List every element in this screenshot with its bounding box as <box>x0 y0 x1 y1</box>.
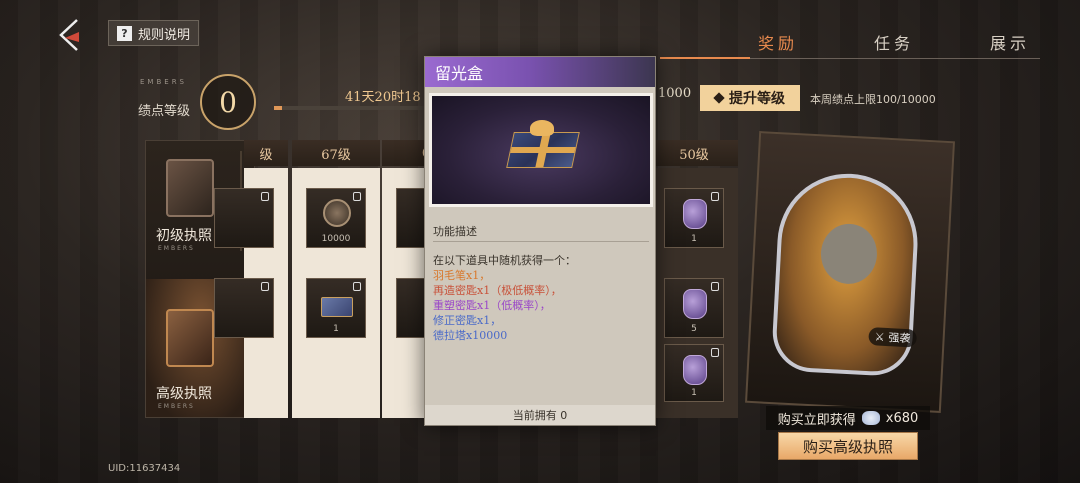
diamond-icon <box>713 92 725 104</box>
tab-display[interactable]: 展示 <box>990 30 1030 54</box>
gift-bow-icon <box>530 120 554 136</box>
upgrade-level-label: 提升等级 <box>729 91 785 107</box>
level-progress-bar <box>274 106 424 110</box>
item-description: 在以下道具中随机获得一个： 羽毛笔x1， 再造密匙x1（极低概率）， 重塑密匙x… <box>433 253 576 343</box>
gem-icon <box>861 411 880 425</box>
gift-box-icon <box>506 132 580 168</box>
item-count: 5 <box>691 324 697 334</box>
tab-tasks[interactable]: 任务 <box>874 30 914 54</box>
item-count: 10000 <box>321 234 351 244</box>
desc-item: 修正密匙x1， <box>433 314 502 327</box>
item-count: 1 <box>333 324 339 334</box>
reward-slot[interactable] <box>214 188 274 248</box>
lock-icon <box>353 192 361 201</box>
reward-slot[interactable] <box>214 278 274 338</box>
column-header: 级 <box>244 140 288 166</box>
reward-slot-heart[interactable]: 5 <box>664 278 724 338</box>
desc-item: 羽毛笔x1， <box>433 269 491 282</box>
purchase-bonus-label: 购买立即获得 <box>777 412 856 428</box>
tab-rewards[interactable]: 奖励 <box>758 30 798 54</box>
season-timer: 41天20时18 <box>345 90 421 105</box>
back-button[interactable] <box>52 18 86 52</box>
rules-button[interactable]: ? 规则说明 <box>108 20 200 46</box>
column-body: 1 5 1 <box>650 168 738 418</box>
tab-underline <box>660 57 1040 59</box>
reward-column-67: 67级 10000 1 <box>292 140 380 418</box>
popup-title: 留光盒 <box>425 57 655 87</box>
item-count: 1 <box>691 388 697 398</box>
basic-license-book-icon <box>166 159 214 217</box>
reward-slot-potion[interactable]: 1 <box>664 344 724 402</box>
lock-icon <box>261 192 269 201</box>
rules-label: 规则说明 <box>138 27 191 43</box>
column-body: 10000 1 <box>292 168 380 418</box>
lock-icon <box>353 282 361 291</box>
advanced-license-book-icon <box>166 309 214 367</box>
potion-icon <box>683 355 707 385</box>
points-partial: 1000 <box>658 86 692 101</box>
reward-slot-coin[interactable]: 10000 <box>306 188 366 248</box>
lock-icon <box>711 282 719 291</box>
level-label: 绩点等级 <box>138 104 191 119</box>
tab-bar: 奖励 任务 展示 <box>600 30 1080 60</box>
owned-count: 当前拥有 0 <box>425 405 655 425</box>
reward-column-50: 50级 1 5 1 <box>650 140 738 418</box>
column-header: 50级 <box>650 140 738 166</box>
column-body <box>214 168 288 418</box>
character-card[interactable]: ⚔ 强袭 <box>745 131 955 413</box>
reward-slot-potion[interactable]: 1 <box>664 188 724 248</box>
role-tag: ⚔ 强袭 <box>868 327 917 348</box>
question-icon: ? <box>117 25 132 41</box>
character-face <box>819 222 879 286</box>
reward-column-partial: 级 <box>214 140 288 418</box>
divider <box>433 241 649 242</box>
item-detail-popup: 留光盒 功能描述 在以下道具中随机获得一个： 羽毛笔x1， 再造密匙x1（极低概… <box>424 56 656 426</box>
lock-icon <box>711 192 719 201</box>
advanced-license-sub: EMBERS <box>158 403 195 410</box>
sword-icon: ⚔ <box>874 329 885 344</box>
basic-license-name: 初级执照 <box>156 228 212 244</box>
back-arrow-icon <box>59 19 79 51</box>
purchase-bonus-amount: x680 <box>885 410 919 426</box>
heart-gem-icon <box>683 289 707 319</box>
basic-license-sub: EMBERS <box>158 245 195 252</box>
potion-icon <box>683 199 707 229</box>
gift-box-icon <box>321 297 353 317</box>
item-count: 1 <box>691 234 697 244</box>
desc-item: 再造密匙x1（极低概率）， <box>433 284 562 297</box>
lock-icon <box>261 282 269 291</box>
reward-slot-gift[interactable]: 1 <box>306 278 366 338</box>
purchase-bonus: 购买立即获得 x680 <box>766 406 930 430</box>
lock-icon <box>711 348 719 357</box>
column-header: 67级 <box>292 140 380 166</box>
level-label-small: EMBERS <box>140 78 187 86</box>
user-id: UID:11637434 <box>108 463 181 474</box>
desc-item: 德拉塔x10000 <box>433 329 508 342</box>
buy-advanced-license-button[interactable]: 购买高级执照 <box>778 432 918 460</box>
item-image <box>429 93 653 207</box>
coin-icon <box>323 199 351 227</box>
weekly-cap: 本周绩点上限100/10000 <box>810 93 936 106</box>
desc-heading: 功能描述 <box>433 225 477 238</box>
desc-intro: 在以下道具中随机获得一个： <box>433 254 576 267</box>
desc-item: 重塑密匙x1（低概率）， <box>433 299 551 312</box>
level-value: 0 <box>200 74 256 130</box>
advanced-license-name: 高级执照 <box>156 386 212 402</box>
level-progress-fill <box>274 106 282 110</box>
upgrade-level-button[interactable]: 提升等级 <box>700 85 800 111</box>
role-tag-label: 强袭 <box>888 331 911 346</box>
